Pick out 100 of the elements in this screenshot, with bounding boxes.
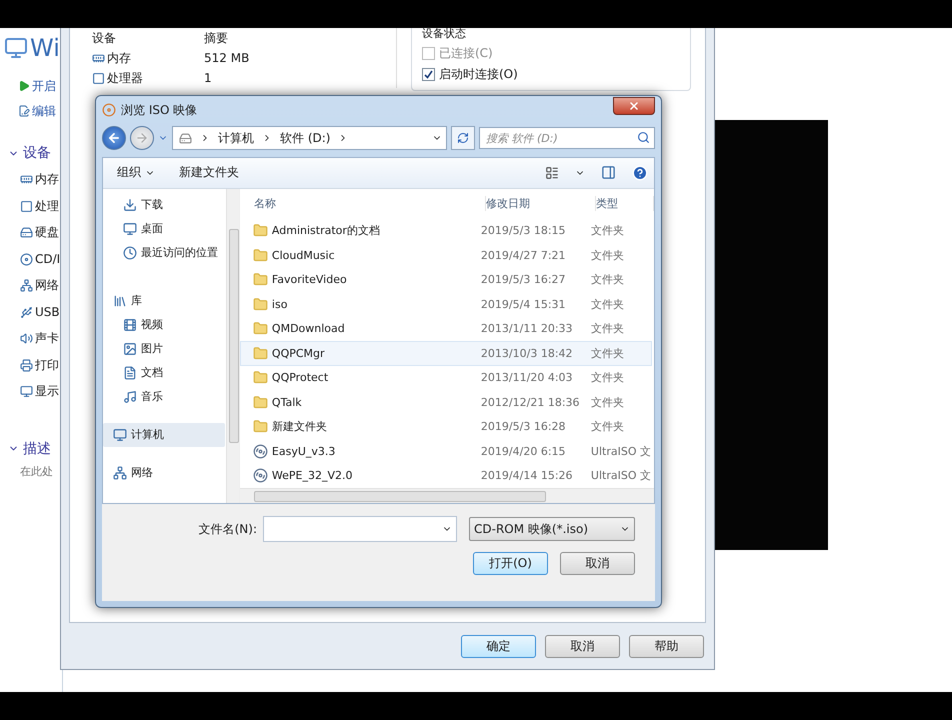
file-row[interactable]: WePE_32_V2.0 2019/4/14 15:26 UltraISO 文 <box>240 464 652 488</box>
file-row[interactable]: QQProtect 2013/11/20 4:03 文件夹 <box>240 366 652 390</box>
nav-item[interactable]: 视频 <box>103 312 225 337</box>
nav-item[interactable]: 下载 <box>103 192 225 217</box>
address-bar[interactable]: 计算机 软件 (D:) <box>172 126 447 150</box>
nav-item[interactable]: 库 <box>103 288 225 313</box>
file-date: 2019/5/3 18:15 <box>480 224 567 238</box>
file-type: 文件夹 <box>590 370 625 386</box>
forward-arrow-icon <box>135 131 149 146</box>
file-row[interactable]: QTalk 2012/12/21 18:36 文件夹 <box>240 390 652 415</box>
device-item[interactable]: 显示 <box>4 380 62 404</box>
dialog-button[interactable]: 取消 <box>560 552 635 576</box>
device-item[interactable]: USB <box>4 300 62 324</box>
nav-item[interactable]: 音乐 <box>103 384 225 409</box>
file-name: EasyU_v3.3 <box>272 444 336 458</box>
checkbox-label: 已连接(C) <box>439 45 493 62</box>
view-icon[interactable] <box>545 166 559 180</box>
app-icon <box>102 103 116 118</box>
file-row[interactable]: QMDownload 2013/1/11 20:33 文件夹 <box>240 316 652 342</box>
device-item[interactable]: 声卡 <box>4 327 62 350</box>
file-type: UltraISO 文 <box>590 468 651 484</box>
folder-icon <box>252 223 268 238</box>
column-header[interactable]: 名称 <box>254 196 486 212</box>
device-item[interactable]: 处理 <box>4 194 62 218</box>
search-field[interactable]: 搜索 软件 (D:) <box>479 127 655 150</box>
forward-button[interactable] <box>130 126 154 150</box>
device-item[interactable]: 硬盘 <box>4 221 62 244</box>
disc-icon <box>20 252 33 266</box>
disc-icon <box>252 444 268 459</box>
dialog-button[interactable]: 打开(O) <box>473 552 548 576</box>
device-cell[interactable]: 内存 <box>92 50 204 66</box>
nav-item[interactable]: 文档 <box>103 360 225 385</box>
dialog-button[interactable]: 取消 <box>545 634 620 658</box>
summary-cell-text: 1 <box>204 71 213 85</box>
breadcrumb-item[interactable]: 计算机 <box>218 130 254 147</box>
breadcrumb-item[interactable]: 软件 (D:) <box>280 130 330 147</box>
logo-icon <box>4 36 28 60</box>
group-title: 设备状态 <box>422 26 467 41</box>
file-row[interactable]: iso 2019/5/4 15:31 文件夹 <box>240 292 652 317</box>
hard-drive-icon <box>20 226 33 240</box>
action-link[interactable]: 编辑 <box>4 100 62 122</box>
file-row[interactable]: Administrator的文档 2019/5/3 18:15 文件夹 <box>240 218 652 244</box>
network-icon <box>113 466 127 480</box>
film-icon <box>123 318 137 332</box>
nav-item[interactable]: 桌面 <box>103 216 225 241</box>
file-row[interactable]: FavoriteVideo 2019/5/3 16:27 文件夹 <box>240 268 652 292</box>
file-type-dropdown[interactable]: CD-ROM 映像(*.iso) <box>469 517 635 542</box>
file-name: Administrator的文档 <box>272 223 380 238</box>
file-row[interactable]: EasyU_v3.3 2019/4/20 6:15 UltraISO 文 <box>240 439 652 464</box>
preview-pane-icon[interactable] <box>601 165 616 180</box>
desktop-icon <box>123 222 137 236</box>
device-item[interactable]: 打印 <box>4 354 62 377</box>
action-link[interactable]: 开启 <box>4 75 62 97</box>
file-type: 文件夹 <box>590 346 625 361</box>
file-row[interactable]: CloudMusic 2019/4/27 7:21 文件夹 <box>240 243 652 268</box>
dialog-button[interactable]: 确定 <box>461 634 536 658</box>
scrollbar[interactable] <box>226 188 239 504</box>
file-name: FavoriteVideo <box>272 273 347 286</box>
monitor-icon <box>20 385 33 398</box>
folder-icon <box>252 394 268 410</box>
file-date: 2019/4/20 6:15 <box>480 444 567 458</box>
search-icon[interactable] <box>637 131 650 144</box>
network-icon <box>20 279 33 292</box>
device-item[interactable]: 内存 <box>4 168 62 192</box>
nav-item[interactable]: 图片 <box>103 336 225 361</box>
help-icon[interactable] <box>632 164 648 181</box>
folder-icon <box>252 272 268 288</box>
device-cell[interactable]: 处理器 <box>92 70 204 86</box>
device-item[interactable]: 网络 <box>4 274 62 298</box>
folder-icon <box>252 419 268 434</box>
close-button[interactable] <box>613 97 655 115</box>
file-row[interactable]: QQPCMgr 2013/10/3 18:42 文件夹 <box>240 341 652 366</box>
file-type: 文件夹 <box>590 321 625 336</box>
speaker-icon <box>20 332 33 346</box>
nav-item[interactable]: 网络 <box>103 460 225 485</box>
file-date: 2013/10/3 18:42 <box>480 346 574 360</box>
column-header[interactable]: 修改日期 <box>486 196 596 212</box>
refresh-button[interactable] <box>451 126 475 150</box>
disc-icon <box>252 468 268 484</box>
clock-icon <box>123 246 137 260</box>
column-header[interactable]: 类型 <box>596 196 654 212</box>
file-type: 文件夹 <box>590 272 625 288</box>
nav-item[interactable]: 最近访问的位置 <box>103 240 225 265</box>
back-arrow-icon <box>107 131 121 146</box>
download-icon <box>123 198 137 212</box>
checkbox[interactable] <box>422 68 435 81</box>
printer-icon <box>20 358 33 372</box>
filename-field[interactable] <box>263 516 457 542</box>
refresh-icon <box>457 132 469 144</box>
scrollbar[interactable] <box>240 488 654 504</box>
library-icon <box>113 294 127 308</box>
file-date: 2019/4/27 7:21 <box>480 248 567 262</box>
device-item[interactable]: CD/I <box>4 248 62 271</box>
new-folder-button[interactable]: 新建文件夹 <box>175 162 243 184</box>
organize-menu[interactable]: 组织 <box>113 162 159 184</box>
back-button[interactable] <box>102 126 126 150</box>
folder-icon <box>252 370 268 386</box>
dialog-button[interactable]: 帮助 <box>629 634 704 658</box>
nav-item[interactable]: 计算机 <box>103 422 225 447</box>
file-row[interactable]: 新建文件夹 2019/5/3 16:28 文件夹 <box>240 414 652 440</box>
